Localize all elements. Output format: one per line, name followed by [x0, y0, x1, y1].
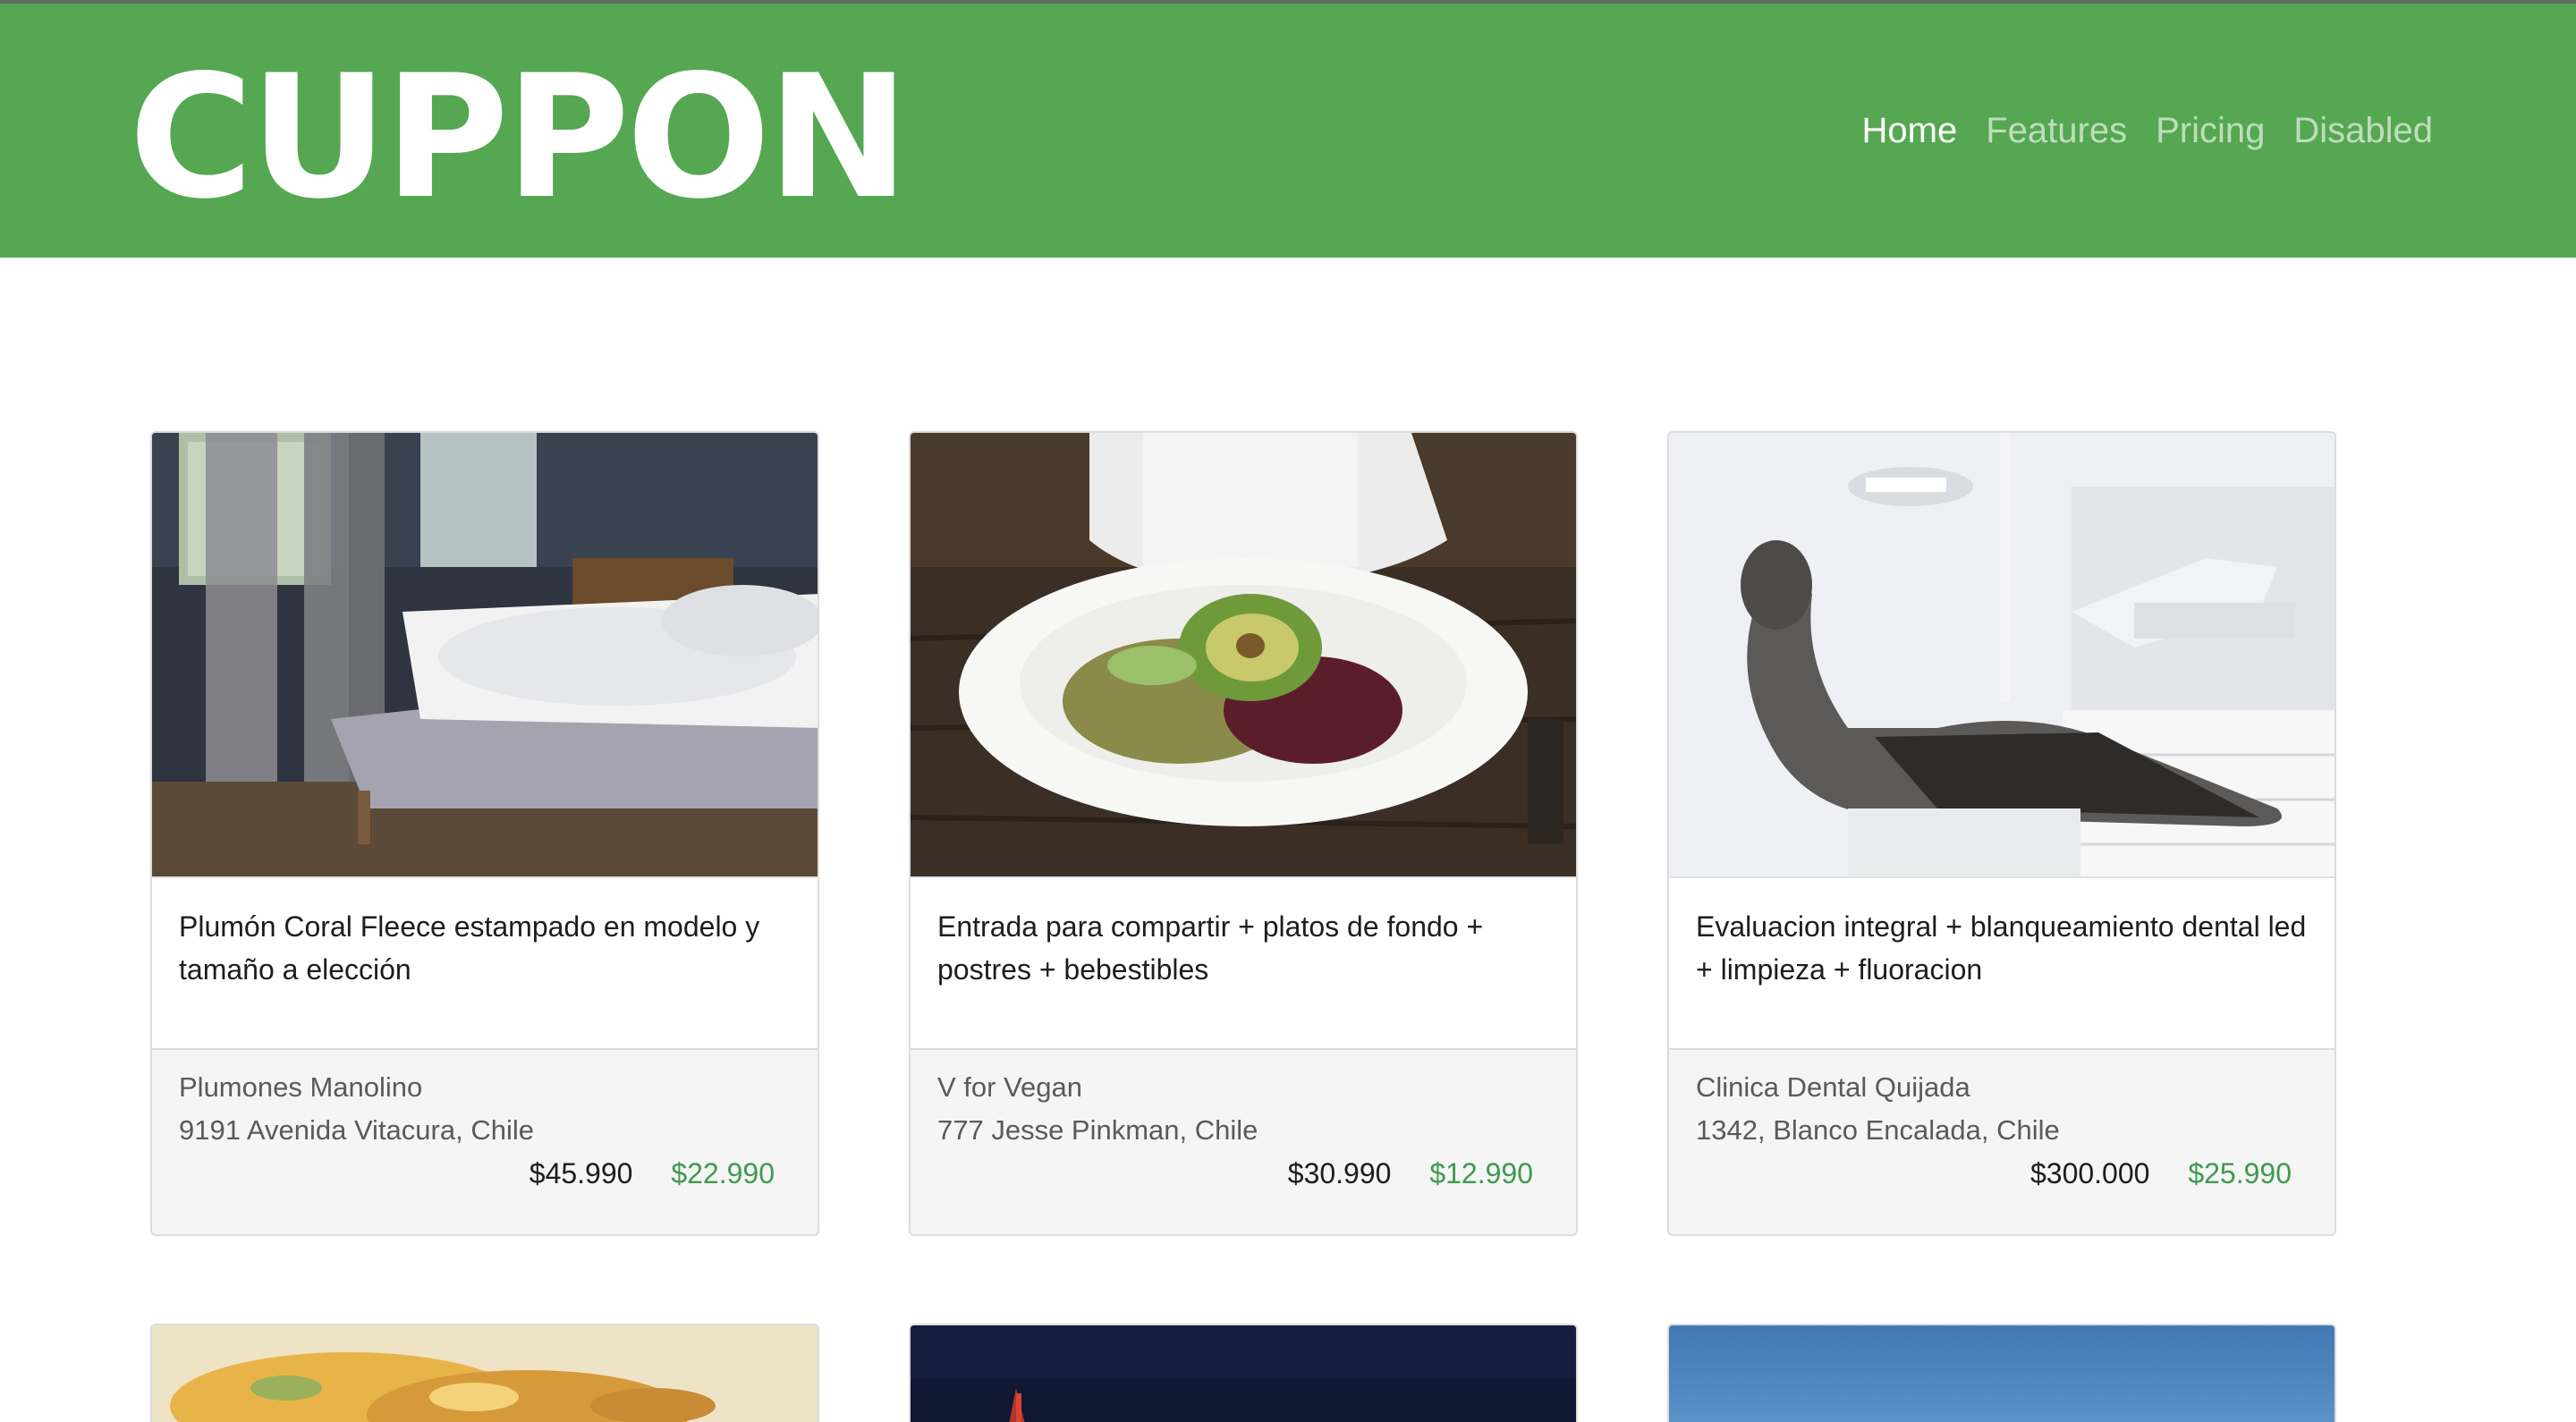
price-group: $30.990 $12.990: [1288, 1152, 1533, 1195]
deal-card-footer: V for Vegan 777 Jesse Pinkman, Chile $30…: [911, 1048, 1576, 1234]
vendor-address: 777 Jesse Pinkman, Chile: [937, 1114, 1258, 1146]
deal-card-image[interactable]: [911, 433, 1576, 876]
night-scene-photo: [911, 1325, 1576, 1422]
deal-card-footer: Plumones Manolino 9191 Avenida Vitacura,…: [152, 1048, 818, 1234]
deal-card-image[interactable]: [1669, 433, 2334, 876]
nav-link-home[interactable]: Home: [1862, 106, 1958, 156]
original-price: $300.000: [2029, 1157, 2150, 1189]
discount-price: $12.990: [1429, 1157, 1533, 1189]
vendor-address: 1342, Blanco Encalada, Chile: [1696, 1114, 2060, 1146]
deal-card[interactable]: [150, 1324, 819, 1422]
deal-card[interactable]: Evaluacion integral + blanqueamiento den…: [1667, 431, 2336, 1236]
discount-price: $25.990: [2188, 1157, 2292, 1189]
deal-card[interactable]: Plumón Coral Fleece estampado en modelo …: [150, 431, 819, 1236]
vendor-name: Plumones Manolino: [179, 1071, 423, 1103]
original-price: $45.990: [529, 1157, 633, 1189]
vendor-name: V for Vegan: [937, 1071, 1083, 1103]
discount-price: $22.990: [671, 1157, 775, 1189]
deal-card[interactable]: [909, 1324, 1578, 1422]
vendor-name: Clinica Dental Quijada: [1696, 1071, 1970, 1103]
deal-title[interactable]: Evaluacion integral + blanqueamiento den…: [1669, 876, 2334, 1048]
vendor-address: 9191 Avenida Vitacura, Chile: [179, 1114, 534, 1146]
price-group: $300.000 $25.990: [2030, 1152, 2292, 1195]
price-group: $45.990 $22.990: [530, 1152, 775, 1195]
bedroom-photo: [152, 433, 818, 876]
nav-link-disabled: Disabled: [2293, 111, 2433, 150]
blue-sky-photo: [1669, 1325, 2334, 1422]
navbar: CUPPON Home Features Pricing Disabled: [0, 4, 2576, 258]
nav-link-pricing[interactable]: Pricing: [2156, 106, 2265, 156]
main-nav: Home Features Pricing Disabled: [1862, 106, 2433, 156]
deal-card[interactable]: Entrada para compartir + platos de fondo…: [909, 431, 1578, 1236]
nav-link-features[interactable]: Features: [1986, 106, 2127, 156]
deal-title[interactable]: Entrada para compartir + platos de fondo…: [911, 876, 1576, 1048]
brand-logo[interactable]: CUPPON: [129, 39, 910, 236]
dental-chair-photo: [1669, 433, 2334, 876]
vegan-salad-photo: [911, 433, 1576, 876]
deal-card[interactable]: [1667, 1324, 2336, 1422]
deal-card-image[interactable]: [152, 433, 818, 876]
pasta-dish-photo: [152, 1325, 818, 1422]
original-price: $30.990: [1287, 1157, 1392, 1189]
deal-title[interactable]: Plumón Coral Fleece estampado en modelo …: [152, 876, 818, 1048]
deal-card-footer: Clinica Dental Quijada 1342, Blanco Enca…: [1669, 1048, 2334, 1234]
